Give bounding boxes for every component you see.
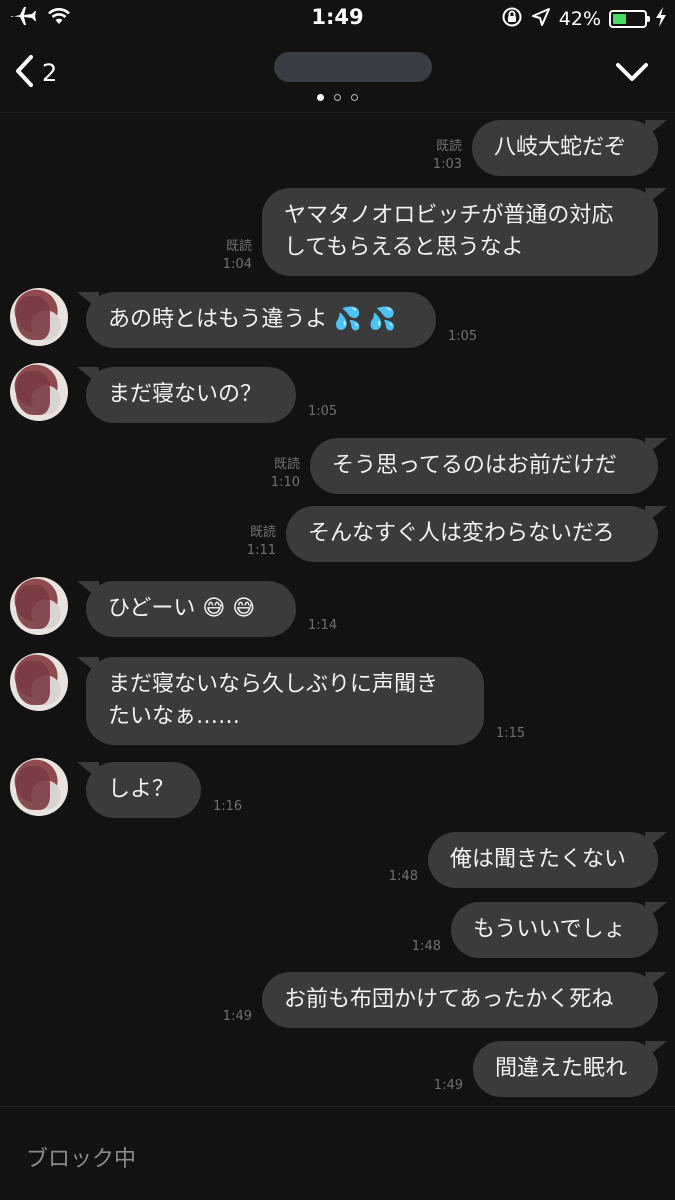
blocked-status: ブロック中: [26, 1147, 137, 1172]
message-time: 1:05: [308, 404, 338, 419]
message-text: 俺は聞きたくない: [450, 847, 627, 872]
outgoing-message[interactable]: ヤマタノオロビッチが普通の対応 してもらえると思うなよ: [262, 188, 658, 276]
incoming-message[interactable]: まだ寝ないの？: [86, 367, 296, 423]
message-meta: 1:14: [308, 617, 337, 635]
message-time: 1:10: [270, 475, 300, 490]
page-dot: [334, 94, 341, 101]
chevron-down-icon: [615, 63, 649, 86]
read-receipt: 既読: [435, 139, 462, 154]
outgoing-message[interactable]: そんなすぐ人は変わらないだろ: [286, 506, 658, 562]
message-text: たいなぁ……: [108, 704, 241, 729]
message-text: そんなすぐ人は変わらないだろ: [308, 521, 615, 546]
chevron-left-icon: [14, 54, 34, 92]
menu-toggle-button[interactable]: [615, 62, 649, 86]
message-time: 1:05: [448, 329, 478, 344]
page-indicator: [0, 94, 675, 101]
chat-header: 2: [0, 40, 675, 113]
message-time: 1:49: [433, 1078, 463, 1093]
incoming-message[interactable]: しよ？: [86, 762, 201, 818]
outgoing-message[interactable]: そう思ってるのはお前だけだ: [310, 438, 658, 494]
message-time: 1:16: [213, 799, 243, 814]
outgoing-message[interactable]: 八岐大蛇だぞ: [472, 120, 658, 176]
sender-avatar[interactable]: [10, 288, 68, 346]
message-text: ひどーい 😅 😅: [108, 596, 256, 621]
message-time: 1:15: [496, 726, 526, 741]
orientation-lock-icon: [501, 6, 523, 32]
message-time: 1:48: [388, 869, 418, 884]
message-text: しよ？: [108, 777, 175, 802]
read-receipt: 既読: [273, 457, 300, 472]
message-meta: 既読 1:11: [247, 524, 276, 560]
message-text: もういいでしょ: [473, 917, 626, 942]
incoming-message[interactable]: ひどーい 😅 😅: [86, 581, 296, 637]
message-text: 八岐大蛇だぞ: [494, 135, 627, 160]
message-time: 1:14: [308, 618, 338, 633]
message-meta: 1:48: [412, 938, 441, 956]
message-time: 1:04: [222, 257, 252, 272]
message-meta: 1:05: [308, 403, 337, 421]
message-meta: 1:05: [448, 328, 477, 346]
chat-footer: ブロック中: [0, 1106, 675, 1200]
sender-avatar[interactable]: [10, 653, 68, 711]
status-bar: 1:49 42%: [0, 0, 675, 38]
incoming-message[interactable]: あの時とはもう違うよ 💦 💦: [86, 292, 436, 348]
message-meta: 1:49: [223, 1008, 252, 1026]
message-text: してもらえると思うなよ: [284, 235, 524, 260]
message-time: 1:03: [432, 157, 462, 172]
message-list[interactable]: 八岐大蛇だぞ 既読 1:03 ヤマタノオロビッチが普通の対応 してもらえると思うなよ 既読…: [0, 112, 675, 1106]
message-text: ヤマタノオロビッチが普通の対応: [284, 203, 614, 228]
battery-icon: [609, 10, 650, 28]
sender-avatar[interactable]: [10, 363, 68, 421]
page-dot: [351, 94, 358, 101]
message-meta: 既読 1:03: [433, 138, 462, 174]
chat-title[interactable]: [274, 52, 432, 82]
message-meta: 既読 1:04: [223, 238, 252, 274]
outgoing-message[interactable]: 間違えた眠れ: [473, 1041, 658, 1097]
message-text: まだ寝ないなら久しぶりに声聞き: [108, 672, 439, 697]
incoming-message[interactable]: まだ寝ないなら久しぶりに声聞き たいなぁ……: [86, 657, 484, 745]
message-time: 1:11: [246, 543, 276, 558]
outgoing-message[interactable]: 俺は聞きたくない: [428, 832, 658, 888]
message-text: 間違えた眠れ: [495, 1056, 628, 1081]
message-text: あの時とはもう違うよ 💦 💦: [108, 307, 397, 332]
message-time: 1:48: [411, 939, 441, 954]
charging-bolt-icon: [655, 7, 667, 31]
outgoing-message[interactable]: お前も布団かけてあったかく死ね: [262, 972, 658, 1028]
unread-count: 2: [42, 59, 58, 87]
message-meta: 既読 1:10: [271, 456, 300, 492]
read-receipt: 既読: [225, 239, 252, 254]
message-meta: 1:15: [496, 725, 525, 743]
outgoing-message[interactable]: もういいでしょ: [451, 902, 658, 958]
sender-avatar[interactable]: [10, 577, 68, 635]
message-time: 1:49: [222, 1009, 252, 1024]
message-text: まだ寝ないの？: [108, 382, 263, 407]
sender-avatar[interactable]: [10, 758, 68, 816]
battery-level-fill: [613, 14, 626, 24]
location-icon: [531, 7, 551, 31]
message-text: お前も布団かけてあったかく死ね: [284, 987, 614, 1012]
back-button[interactable]: 2: [14, 54, 57, 92]
battery-percent: 42%: [558, 8, 601, 30]
message-text: そう思ってるのはお前だけだ: [332, 453, 617, 478]
message-meta: 1:48: [389, 868, 418, 886]
message-meta: 1:49: [434, 1077, 463, 1095]
message-meta: 1:16: [213, 798, 242, 816]
page-dot: [317, 94, 324, 101]
read-receipt: 既読: [249, 525, 276, 540]
